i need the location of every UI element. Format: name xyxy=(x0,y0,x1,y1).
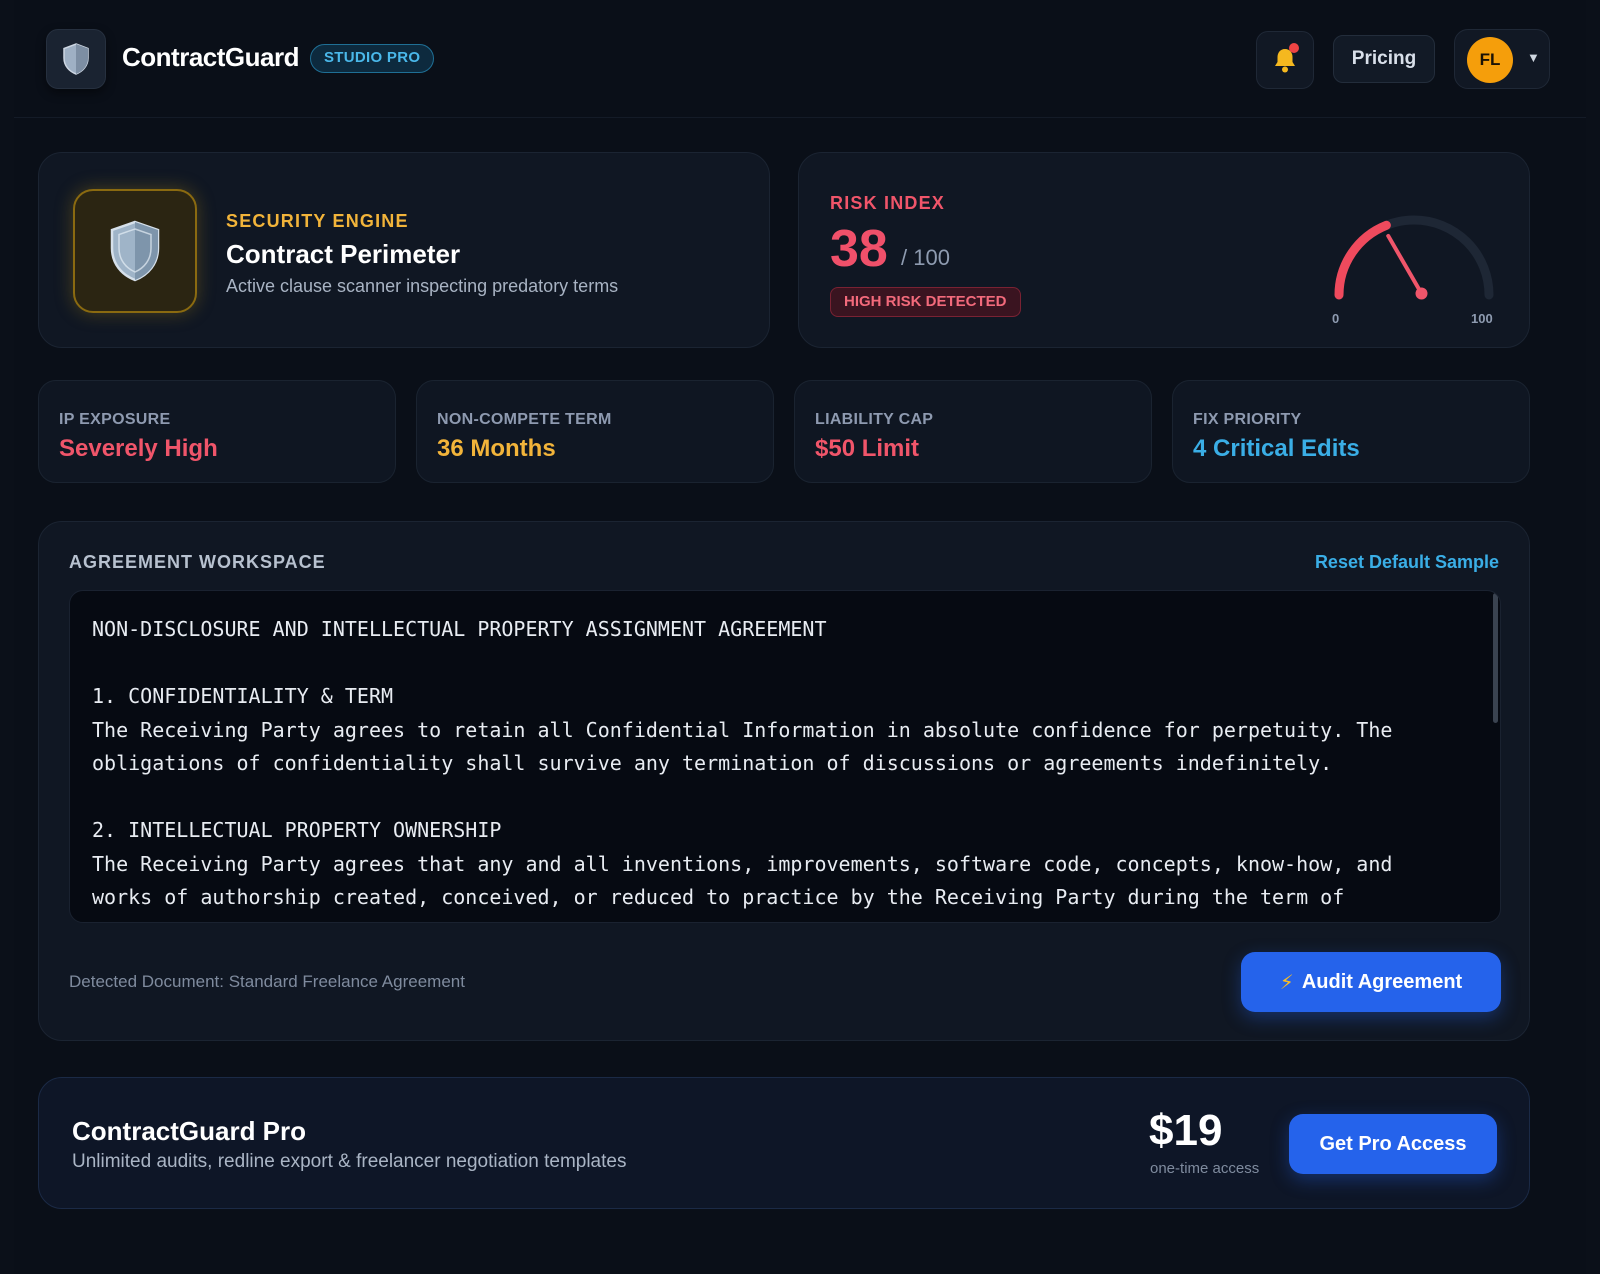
risk-max: / 100 xyxy=(901,245,950,270)
stat-value: 36 Months xyxy=(437,435,556,462)
risk-eyebrow: RISK INDEX xyxy=(830,193,946,213)
risk-status-badge: HIGH RISK DETECTED xyxy=(830,287,1021,317)
stat-ip-exposure: IP EXPOSURE Severely High xyxy=(38,380,396,483)
stat-label: LIABILITY CAP xyxy=(815,411,934,428)
risk-index-card: RISK INDEX 38 / 100 HIGH RISK DETECTED 0… xyxy=(798,152,1530,348)
stat-non-compete: NON-COMPETE TERM 36 Months xyxy=(416,380,774,483)
gauge-needle xyxy=(1386,233,1424,296)
audit-agreement-button[interactable]: ⚡ Audit Agreement xyxy=(1241,952,1501,1012)
stat-label: FIX PRIORITY xyxy=(1193,411,1302,428)
reset-sample-link[interactable]: Reset Default Sample xyxy=(1315,552,1499,573)
logo[interactable] xyxy=(46,29,106,89)
engine-subtitle: Active clause scanner inspecting predato… xyxy=(226,276,619,296)
pro-subtitle: Unlimited audits, redline export & freel… xyxy=(72,1151,627,1172)
security-engine-card: SECURITY ENGINE Contract Perimeter Activ… xyxy=(38,152,770,348)
chevron-down-icon: ▼ xyxy=(1527,50,1540,65)
notification-dot xyxy=(1289,43,1299,53)
pro-price-note: one-time access xyxy=(1150,1160,1260,1177)
security-shield xyxy=(73,189,197,313)
risk-gauge: 0 100 xyxy=(1319,203,1509,333)
gauge-needle-hub xyxy=(1415,287,1428,300)
lightning-icon: ⚡ xyxy=(1279,971,1294,994)
gauge-max-label: 100 xyxy=(1471,311,1493,326)
plan-badge: STUDIO PRO xyxy=(310,44,435,73)
notifications-button[interactable] xyxy=(1256,31,1314,89)
shield-icon xyxy=(110,220,160,282)
stat-value: Severely High xyxy=(59,435,218,462)
agreement-text[interactable]: NON-DISCLOSURE AND INTELLECTUAL PROPERTY… xyxy=(92,613,1462,915)
audit-button-label: Audit Agreement xyxy=(1301,970,1463,993)
pricing-button[interactable]: Pricing xyxy=(1333,35,1435,83)
stat-value: 4 Critical Edits xyxy=(1193,435,1360,462)
app-frame: ContractGuard STUDIO PRO Pricing FL ▼ SE… xyxy=(14,0,1586,1274)
stat-value: $50 Limit xyxy=(815,435,920,462)
pro-price: $19 xyxy=(1149,1106,1223,1155)
avatar: FL xyxy=(1467,37,1513,83)
pro-title: ContractGuard Pro xyxy=(72,1116,307,1146)
pro-upsell-banner: ContractGuard Pro Unlimited audits, redl… xyxy=(38,1077,1530,1209)
get-pro-access-button[interactable]: Get Pro Access xyxy=(1289,1114,1497,1174)
gauge-min-label: 0 xyxy=(1332,311,1340,326)
top-header: ContractGuard STUDIO PRO Pricing FL ▼ xyxy=(14,0,1586,118)
user-menu-button[interactable]: FL ▼ xyxy=(1454,29,1550,89)
stat-label: NON-COMPETE TERM xyxy=(437,411,612,428)
agreement-textarea[interactable]: NON-DISCLOSURE AND INTELLECTUAL PROPERTY… xyxy=(69,590,1501,923)
gauge-fill xyxy=(1334,220,1391,300)
engine-title: Contract Perimeter xyxy=(226,239,461,269)
agreement-workspace: AGREEMENT WORKSPACE Reset Default Sample… xyxy=(38,521,1530,1041)
detected-document-label: Detected Document: Standard Freelance Ag… xyxy=(69,972,465,991)
editor-scrollbar[interactable] xyxy=(1493,593,1498,723)
engine-eyebrow: SECURITY ENGINE xyxy=(226,211,409,231)
risk-score: 38 xyxy=(830,220,888,278)
shield-icon xyxy=(63,43,89,75)
stat-label: IP EXPOSURE xyxy=(59,411,171,428)
stat-fix-priority: FIX PRIORITY 4 Critical Edits xyxy=(1172,380,1530,483)
brand-name: ContractGuard xyxy=(122,42,299,72)
stat-liability-cap: LIABILITY CAP $50 Limit xyxy=(794,380,1152,483)
workspace-title: AGREEMENT WORKSPACE xyxy=(69,552,326,572)
